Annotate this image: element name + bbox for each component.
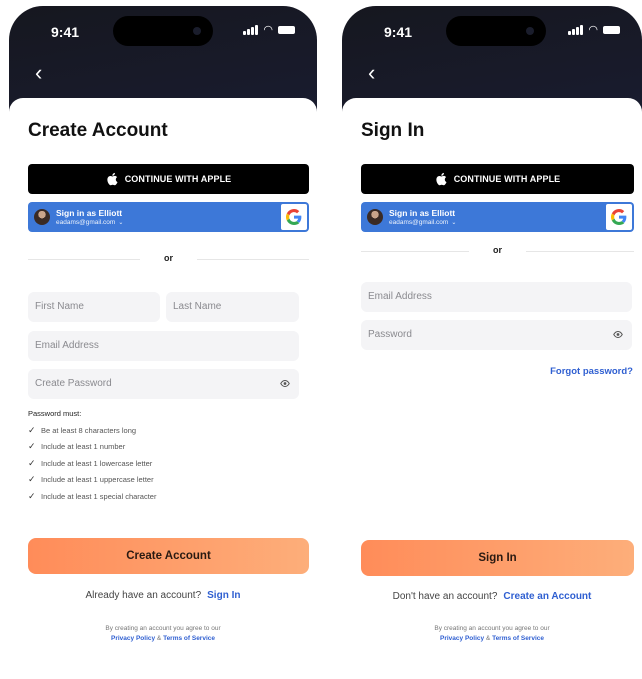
privacy-policy-link[interactable]: Privacy Policy: [111, 635, 155, 642]
signal-icon: [243, 25, 259, 35]
eye-icon[interactable]: [280, 380, 290, 387]
google-account-email: eadams@gmail.com: [56, 219, 116, 226]
create-password-input[interactable]: Create Password: [28, 369, 299, 399]
terms-of-service-link[interactable]: Terms of Service: [492, 635, 544, 642]
sign-in-phone: 9:41 ◠ ‹ Sign In CONTINUE WITH APPLE Sig…: [342, 6, 642, 679]
email-input[interactable]: Email Address: [28, 331, 299, 361]
sign-in-button[interactable]: Sign In: [361, 540, 634, 576]
check-icon: ✓: [28, 425, 36, 435]
google-icon: [281, 204, 307, 230]
sign-in-prompt: Already have an account? Sign In: [85, 590, 241, 601]
google-sign-in-button[interactable]: Sign in as Elliott eadams@gmail.com ⌄: [361, 202, 634, 232]
sign-in-link[interactable]: Sign In: [207, 590, 240, 601]
google-sign-in-button[interactable]: Sign in as Elliott eadams@gmail.com ⌄: [28, 202, 309, 232]
password-placeholder: Create Password: [35, 378, 112, 389]
battery-icon: [278, 26, 295, 34]
password-rules-title: Password must:: [28, 409, 82, 418]
apple-icon: [107, 172, 118, 186]
password-placeholder: Password: [368, 329, 412, 340]
legal-text: By creating an account you agree to our …: [434, 625, 550, 642]
create-account-button[interactable]: Create Account: [28, 538, 309, 574]
password-rule: ✓ Include at least 1 uppercase letter: [28, 474, 154, 484]
create-account-phone: 9:41 ◠ ‹ Create Account CONTINUE WITH AP…: [9, 6, 317, 679]
password-rule: ✓ Include at least 1 lowercase letter: [28, 458, 153, 468]
status-bar: 9:41 ◠: [9, 6, 317, 54]
email-input[interactable]: Email Address: [361, 282, 632, 312]
status-time: 9:41: [51, 24, 80, 40]
create-account-sheet: Create Account CONTINUE WITH APPLE Sign …: [9, 98, 317, 679]
avatar: [34, 209, 50, 225]
create-account-link[interactable]: Create an Account: [503, 591, 591, 602]
battery-icon: [603, 26, 620, 34]
back-chevron-icon[interactable]: ‹: [35, 60, 55, 86]
google-icon: [606, 204, 632, 230]
wifi-icon: ◠: [588, 24, 598, 36]
or-divider: or: [28, 252, 309, 266]
status-bar: 9:41 ◠: [342, 6, 642, 54]
or-label: or: [493, 245, 502, 255]
or-label: or: [164, 253, 173, 263]
dynamic-island: [113, 16, 213, 46]
apple-button-label: CONTINUE WITH APPLE: [124, 174, 232, 184]
google-account-name: Sign in as Elliott: [389, 208, 456, 218]
page-title: Sign In: [361, 120, 425, 141]
page-title: Create Account: [28, 120, 168, 141]
chevron-down-icon[interactable]: ⌄: [118, 220, 123, 226]
wifi-icon: ◠: [263, 24, 273, 36]
legal-text: By creating an account you agree to our …: [105, 625, 221, 642]
status-time: 9:41: [384, 24, 413, 40]
google-account-name: Sign in as Elliott: [56, 208, 123, 218]
password-rule: ✓ Be at least 8 characters long: [28, 425, 137, 435]
signal-icon: [568, 25, 584, 35]
privacy-policy-link[interactable]: Privacy Policy: [440, 635, 484, 642]
or-divider: or: [361, 244, 634, 258]
chevron-down-icon[interactable]: ⌄: [451, 220, 456, 226]
sign-in-sheet: Sign In CONTINUE WITH APPLE Sign in as E…: [342, 98, 642, 679]
check-icon: ✓: [28, 458, 36, 468]
last-name-input[interactable]: Last Name: [166, 292, 299, 322]
create-account-prompt: Don't have an account? Create an Account: [392, 591, 592, 602]
terms-of-service-link[interactable]: Terms of Service: [163, 635, 215, 642]
forgot-password-link[interactable]: Forgot password?: [550, 366, 633, 377]
password-rule: ✓ Include at least 1 number: [28, 441, 126, 451]
check-icon: ✓: [28, 491, 36, 501]
apple-icon: [436, 172, 447, 186]
first-name-input[interactable]: First Name: [28, 292, 160, 322]
password-rule: ✓ Include at least 1 special character: [28, 491, 157, 501]
continue-with-apple-button[interactable]: CONTINUE WITH APPLE: [361, 164, 634, 194]
back-chevron-icon[interactable]: ‹: [368, 60, 388, 86]
dynamic-island: [446, 16, 546, 46]
apple-button-label: CONTINUE WITH APPLE: [453, 174, 561, 184]
check-icon: ✓: [28, 441, 36, 451]
check-icon: ✓: [28, 474, 36, 484]
avatar: [367, 209, 383, 225]
password-input[interactable]: Password: [361, 320, 632, 350]
eye-icon[interactable]: [613, 331, 623, 338]
google-account-email: eadams@gmail.com: [389, 219, 449, 226]
continue-with-apple-button[interactable]: CONTINUE WITH APPLE: [28, 164, 309, 194]
